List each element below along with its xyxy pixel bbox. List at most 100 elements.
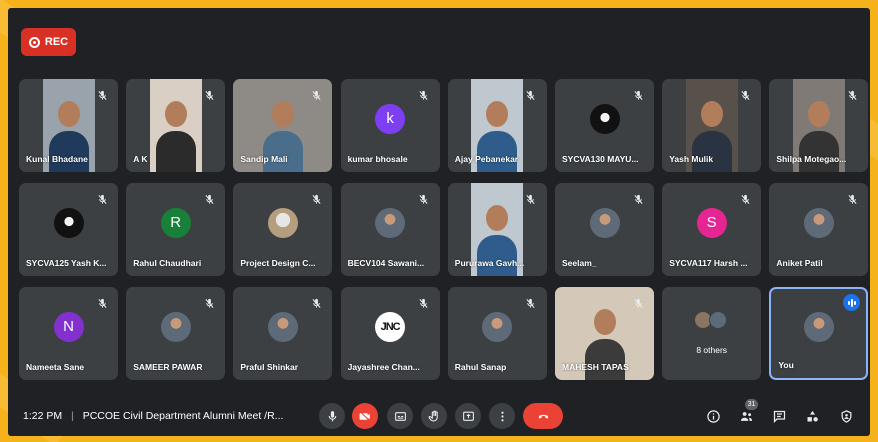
participant-tile[interactable]: SYCVA130 MAYU... [555, 79, 654, 172]
mic-off-icon [202, 296, 216, 310]
mic-off-icon [631, 192, 645, 206]
participant-tile[interactable]: JNC Jayashree Chan... [340, 287, 440, 380]
avatar: k [375, 103, 406, 134]
avatar [267, 207, 298, 238]
mic-off-icon [95, 192, 109, 206]
raise-hand-icon [428, 410, 438, 421]
mic-off-icon [845, 88, 859, 102]
participant-name: MAHESH TAPAS [562, 362, 629, 372]
meeting-info: 1:22 PM | PCCOE Civil Department Alumni … [23, 410, 283, 422]
participant-tile[interactable]: Sandip Mali [233, 79, 333, 172]
more-options-button[interactable] [489, 403, 515, 429]
more-options-icon [500, 411, 504, 421]
participant-name: Kunal Bhadane [26, 154, 88, 164]
participant-tile[interactable]: Pururawa Gavh... [447, 183, 547, 276]
end-call-button[interactable] [523, 403, 563, 429]
mic-off-icon [631, 88, 645, 102]
mic-off-icon [202, 88, 216, 102]
meeting-details-button[interactable] [702, 405, 724, 427]
avatar [589, 207, 620, 238]
chat-button[interactable] [768, 405, 790, 427]
current-time: 1:22 PM [23, 410, 63, 422]
avatar [482, 311, 513, 342]
participant-tile[interactable]: A K [126, 79, 226, 172]
participant-name: SYCVA130 MAYU... [562, 154, 639, 164]
mic-off-icon [738, 88, 752, 102]
mic-off-icon [417, 296, 431, 310]
participant-tile[interactable]: 8 others [662, 287, 762, 380]
participant-name: Praful Shinkar [240, 362, 299, 372]
mic-button[interactable] [319, 403, 345, 429]
activities-icon [807, 410, 818, 421]
avatar: N [53, 311, 84, 342]
avatar: S [696, 207, 727, 238]
participant-tile[interactable]: Yash Mulik [662, 79, 762, 172]
people-icon [740, 411, 752, 421]
participant-name: SYCVA125 Yash K... [26, 258, 107, 268]
raise-hand-button[interactable] [421, 403, 447, 429]
host-controls-button[interactable] [835, 405, 857, 427]
participant-name: Jayashree Chan... [347, 362, 420, 372]
camera-off-icon [359, 410, 371, 422]
mic-off-icon [95, 296, 109, 310]
participant-tile[interactable]: S SYCVA117 Harsh ... [662, 183, 762, 276]
participant-name: Sandip Mali [240, 154, 288, 164]
mic-off-icon [417, 192, 431, 206]
mic-off-icon [202, 192, 216, 206]
participant-name: Yash Mulik [669, 154, 714, 164]
mic-off-icon [631, 296, 645, 310]
participant-name: kumar bhosale [347, 154, 408, 164]
avatar [803, 207, 834, 238]
participant-tile[interactable]: Seelam_ [555, 183, 654, 276]
avatar [267, 311, 298, 342]
participant-tile[interactable]: Praful Shinkar [233, 287, 333, 380]
others-avatars [693, 310, 727, 329]
avatar: JNC [375, 311, 406, 342]
chat-icon [773, 410, 785, 423]
participant-name: Rahul Chaudhari [133, 258, 202, 268]
participant-tile[interactable]: MAHESH TAPAS [555, 287, 654, 380]
avatar [803, 312, 834, 343]
captions-icon [394, 411, 406, 421]
recording-label: REC [44, 36, 69, 48]
participant-name: Aniket Patil [776, 258, 823, 268]
mic-icon [328, 410, 336, 421]
participant-tile[interactable]: k kumar bhosale [340, 79, 440, 172]
participant-tile[interactable]: Ajay Pebanekar [447, 79, 547, 172]
participant-tile[interactable]: You [769, 287, 869, 380]
participant-tile[interactable]: R Rahul Chaudhari [126, 183, 226, 276]
participant-tile[interactable]: BECV104 Sawani... [340, 183, 440, 276]
activities-button[interactable] [801, 405, 823, 427]
avatar [589, 103, 620, 134]
participant-name: Seelam_ [562, 258, 597, 268]
participant-tile[interactable]: Shilpa Motegao... [769, 79, 869, 172]
avatar [160, 311, 191, 342]
meeting-title: PCCOE Civil Department Alumni Meet /R... [82, 410, 284, 422]
participant-tile[interactable]: Aniket Patil [769, 183, 869, 276]
people-button[interactable]: 31 [735, 399, 758, 427]
camera-toggle-button[interactable] [352, 403, 378, 429]
mic-off-icon [524, 296, 538, 310]
speaking-indicator-icon [843, 294, 861, 311]
mic-off-icon [309, 192, 323, 206]
participant-name: Pururawa Gavh... [454, 258, 525, 268]
participant-name: A K [133, 154, 148, 164]
participant-tile[interactable]: Project Design C... [233, 183, 333, 276]
avatar: R [160, 207, 191, 238]
participant-tile[interactable]: SAMEER PAWAR [126, 287, 226, 380]
separator: | [71, 410, 74, 422]
participant-name: Project Design C... [240, 258, 316, 268]
meet-window: REC Kunal Bhadane A K Sandip Mali k kumar bh… [8, 8, 870, 436]
captions-button[interactable] [387, 403, 413, 429]
participant-tile[interactable]: N Nameeta Sane [19, 287, 118, 380]
participant-tile[interactable]: SYCVA125 Yash K... [19, 183, 118, 276]
avatar [375, 207, 406, 238]
present-button[interactable] [455, 403, 481, 429]
host-controls-icon [841, 409, 851, 423]
participant-tile[interactable]: Rahul Sanap [447, 287, 547, 380]
participant-tile[interactable]: Kunal Bhadane [19, 79, 118, 172]
participant-name: SAMEER PAWAR [133, 362, 203, 372]
participant-name: You [778, 360, 794, 370]
record-icon [28, 36, 40, 48]
info-icon [706, 409, 720, 423]
